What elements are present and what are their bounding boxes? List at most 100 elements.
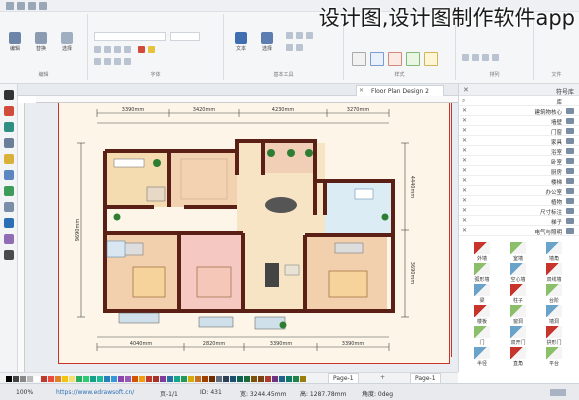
distribute-icon[interactable] [472,54,479,61]
color-swatch[interactable] [111,376,117,382]
add-page-icon[interactable]: + [380,374,385,381]
layer-icon[interactable] [4,170,14,180]
color-swatch[interactable] [230,376,236,382]
align-right-icon[interactable] [114,58,121,65]
group-icon[interactable] [482,54,489,61]
font-family-select[interactable] [94,32,166,41]
library-shape[interactable]: 半径 [469,347,495,375]
color-swatch[interactable] [20,376,26,382]
library-category-item[interactable]: ✕ 办公室 [459,186,579,196]
color-swatch[interactable] [300,376,306,382]
color-swatch[interactable] [202,376,208,382]
library-category-item[interactable]: ✕ 墙壁 [459,116,579,126]
color-swatch[interactable] [188,376,194,382]
color-swatch[interactable] [237,376,243,382]
pencil-icon[interactable] [306,32,313,39]
remove-category-icon[interactable]: ✕ [462,167,467,174]
color-swatch[interactable] [13,376,19,382]
line-style-icon[interactable] [4,122,14,132]
library-category-item[interactable]: ✕ 卧室 [459,156,579,166]
color-swatch[interactable] [83,376,89,382]
italic-icon[interactable] [104,46,111,53]
rotate-icon[interactable] [492,54,499,61]
color-swatch[interactable] [62,376,68,382]
remove-category-icon[interactable]: ✕ [462,147,467,154]
color-swatch[interactable] [160,376,166,382]
color-swatch[interactable] [265,376,271,382]
color-swatch[interactable] [118,376,124,382]
library-category-item[interactable]: ✕ 门窗 [459,126,579,136]
color-swatch[interactable] [48,376,54,382]
library-category-item[interactable]: ✕ 楼梯 [459,176,579,186]
style-swatch-4[interactable] [406,52,420,66]
remove-category-icon[interactable]: ✕ [462,157,467,164]
color-swatch[interactable] [293,376,299,382]
color-swatch[interactable] [167,376,173,382]
connector-icon[interactable] [286,32,293,39]
color-swatch[interactable] [223,376,229,382]
library-category-item[interactable]: ✕ 浴室 [459,146,579,156]
color-swatch[interactable] [174,376,180,382]
font-color-icon[interactable] [138,46,145,53]
font-size-select[interactable] [170,32,200,41]
color-swatch[interactable] [132,376,138,382]
library-category-item[interactable]: ✕ 尺寸标注 [459,206,579,216]
color-swatch[interactable] [195,376,201,382]
color-swatch[interactable] [146,376,152,382]
align-left-icon[interactable] [94,58,101,65]
style-swatch-3[interactable] [388,52,402,66]
align-icon[interactable] [462,54,469,61]
color-swatch[interactable] [55,376,61,382]
color-swatch[interactable] [258,376,264,382]
remove-category-icon[interactable]: ✕ [462,227,467,234]
pointer-tool-button[interactable]: 选择 [256,30,278,52]
remove-category-icon[interactable]: ✕ [462,177,467,184]
edit-button[interactable]: 编辑 [4,30,26,52]
remove-category-icon[interactable]: ✕ [462,187,467,194]
library-category-item[interactable]: ✕ 厨房 [459,166,579,176]
library-close-icon[interactable]: ✕ [463,86,469,94]
color-swatch[interactable] [90,376,96,382]
line-icon[interactable] [296,32,303,39]
library-category-item[interactable]: ✕ 电气与照明 [459,226,579,236]
color-swatch[interactable] [139,376,145,382]
remove-category-icon[interactable]: ✕ [462,197,467,204]
drawing-page[interactable]: 3390mm 3420mm 4230mm 3270mm 4040mm 2820m… [58,103,452,364]
close-tab-icon[interactable]: ✕ [359,87,364,94]
highlight-icon[interactable] [148,46,155,53]
undo-icon[interactable] [17,2,25,10]
color-swatch[interactable] [27,376,33,382]
fit-page-icon[interactable] [550,389,566,396]
remove-category-icon[interactable]: ✕ [462,217,467,224]
color-swatch[interactable] [97,376,103,382]
color-swatch[interactable] [244,376,250,382]
hyperlink-icon[interactable] [4,250,14,260]
color-swatch[interactable] [104,376,110,382]
ellipse-icon[interactable] [296,44,303,51]
style-swatch-5[interactable] [424,52,438,66]
color-swatch[interactable] [6,376,12,382]
color-swatch[interactable] [34,376,40,382]
color-swatch[interactable] [153,376,159,382]
format-painter-icon[interactable] [4,90,14,100]
drawing-canvas[interactable]: 3390mm 3420mm 4230mm 3270mm 4040mm 2820m… [25,103,458,372]
zoom-level[interactable]: 100% [16,389,33,396]
library-search-row[interactable]: ⌕ 库 [459,96,579,106]
strikethrough-icon[interactable] [124,46,131,53]
floor-plan[interactable]: 3390mm 3420mm 4230mm 3270mm 4040mm 2820m… [59,103,451,357]
color-swatch[interactable] [76,376,82,382]
library-shape[interactable]: 平台 [541,347,567,375]
library-shape[interactable]: 直角 [505,347,531,375]
text-tool-button[interactable]: 文本 [230,30,252,52]
remove-category-icon[interactable]: ✕ [462,137,467,144]
color-swatch[interactable] [41,376,47,382]
color-swatch[interactable] [181,376,187,382]
fill-icon[interactable] [4,106,14,116]
print-icon[interactable] [39,2,47,10]
color-swatch[interactable] [286,376,292,382]
tab-floor-plan-design-2[interactable]: ✕ Floor Plan Design 2 [356,85,444,96]
color-swatch[interactable] [279,376,285,382]
navigation-icon[interactable] [4,202,14,212]
library-category-item[interactable]: ✕ 植物 [459,196,579,206]
remove-category-icon[interactable]: ✕ [462,127,467,134]
